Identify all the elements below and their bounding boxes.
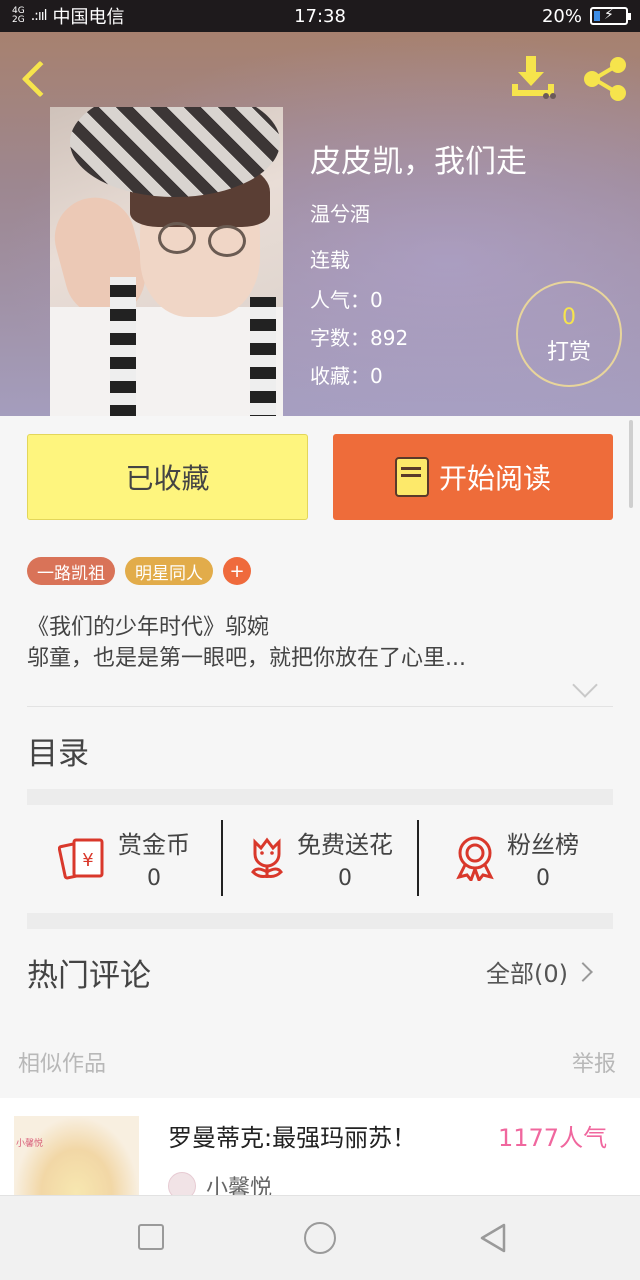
book-author[interactable]: 温兮酒 (310, 198, 370, 227)
similar-work-popularity: 1177人气 (498, 1124, 608, 1152)
book-title: 皮皮凯，我们走 (310, 144, 527, 180)
favorites-value: 0 (370, 364, 383, 388)
similar-work-title[interactable]: 罗曼蒂克:最强玛丽苏！ (168, 1118, 416, 1153)
book-status: 连载 (310, 248, 350, 272)
flower-icon (251, 837, 283, 878)
word-count-label: 字数： (310, 326, 370, 350)
action-label: 赏金币 (118, 831, 190, 859)
book-icon (394, 457, 429, 497)
popularity-value: 0 (370, 288, 383, 312)
expand-chevron-icon[interactable] (572, 672, 598, 698)
red-envelope-yen-icon: ¥ (58, 838, 104, 880)
action-value: 0 (338, 866, 352, 891)
recent-apps-icon[interactable] (138, 1224, 164, 1250)
favorited-label: 已收藏 (125, 462, 210, 495)
hot-comments-title: 热门评论 (27, 958, 151, 994)
carrier-name: 中国电信 (52, 7, 125, 28)
cover-brand-text: 小馨悦 (16, 1139, 44, 1149)
description-line: 《我们的少年时代》邬婉 (27, 615, 270, 640)
award-ribbon-icon (456, 836, 494, 881)
all-comments-link[interactable]: 全部(0) (486, 954, 593, 989)
reward-coins-button[interactable]: ¥ 赏金币 0 (27, 820, 221, 896)
popularity-stat: 人气：0 (310, 284, 383, 313)
support-actions: ¥ 赏金币 0 免费送花 0 粉丝榜 0 (27, 820, 613, 896)
book-header: 皮皮凯，我们走 温兮酒 连载 人气：0 字数：892 收藏：0 0 打赏 (0, 32, 640, 416)
description-line: 邬童，也是是第一眼吧，就把你放在了心里... (27, 646, 466, 671)
avatar (168, 1172, 196, 1195)
share-button[interactable] (580, 54, 630, 104)
all-comments-label: 全部(0) (486, 960, 568, 988)
divider (27, 706, 613, 707)
network-type-bottom: 2G (12, 15, 25, 25)
book-description[interactable]: 《我们的少年时代》邬婉 邬童，也是是第一眼吧，就把你放在了心里... (27, 612, 613, 674)
status-bar: 4G 2G .:ııl 中国电信 17:38 20% ⚡ (0, 0, 640, 32)
send-flower-text: 免费送花 0 (297, 825, 393, 891)
action-value: 0 (536, 866, 550, 891)
status-right: 20% ⚡ (541, 5, 631, 27)
section-separator (27, 913, 613, 929)
popularity-label: 人气： (310, 288, 370, 312)
report-link[interactable]: 举报 (572, 1046, 616, 1078)
system-nav-bar (0, 1195, 640, 1280)
author-name: 小馨悦 (206, 1176, 273, 1195)
back-triangle-icon[interactable] (478, 1222, 508, 1254)
battery-percent: 20% (541, 5, 582, 27)
action-label: 免费送花 (297, 831, 393, 859)
action-label: 粉丝榜 (507, 831, 579, 859)
word-count-stat: 字数：892 (310, 322, 408, 351)
section-separator (27, 789, 613, 805)
start-reading-label: 开始阅读 (438, 462, 551, 495)
chevron-right-icon (573, 961, 593, 982)
scrollbar-thumb[interactable] (629, 420, 633, 508)
action-value: 0 (147, 866, 161, 891)
reward-coins-text: 赏金币 0 (118, 825, 190, 891)
table-of-contents-link[interactable]: 目录 (27, 728, 89, 773)
reward-button[interactable]: 0 打赏 (516, 281, 622, 387)
battery-icon: ⚡ (590, 7, 631, 25)
word-count-value: 892 (370, 326, 409, 350)
tag-item[interactable]: 一路凯祖 (27, 557, 115, 585)
favorited-button[interactable]: 已收藏 (27, 434, 308, 520)
tag-list: 一路凯祖 明星同人 + (27, 557, 251, 585)
reward-count: 0 (562, 305, 576, 330)
status-left: 4G 2G .:ııl 中国电信 (12, 3, 125, 29)
home-icon[interactable] (304, 1222, 336, 1254)
svg-text:¥: ¥ (82, 850, 93, 871)
back-arrow-icon (21, 60, 59, 98)
tag-item[interactable]: 明星同人 (125, 557, 213, 585)
fan-ranking-button[interactable]: 粉丝榜 0 (417, 820, 613, 896)
add-tag-button[interactable]: + (223, 557, 251, 585)
similar-work-cover[interactable]: 小馨悦 (14, 1116, 139, 1195)
book-cover-image[interactable] (50, 107, 283, 416)
reward-label: 打赏 (546, 340, 591, 365)
download-button[interactable] (508, 54, 558, 104)
fan-ranking-text: 粉丝榜 0 (507, 825, 579, 891)
network-type: 4G 2G (12, 7, 25, 25)
download-icon (512, 56, 556, 99)
favorites-label: 收藏： (310, 364, 370, 388)
send-flower-button[interactable]: 免费送花 0 (221, 820, 417, 896)
share-icon (584, 57, 626, 101)
signal-icon: .:ııl (30, 8, 48, 24)
similar-work-card[interactable]: 小馨悦 罗曼蒂克:最强玛丽苏！ 1177人气 小馨悦 (0, 1098, 640, 1195)
favorites-stat: 收藏：0 (310, 360, 383, 389)
start-reading-button[interactable]: 开始阅读 (333, 434, 613, 520)
back-button[interactable] (14, 54, 59, 104)
similar-work-author[interactable]: 小馨悦 (168, 1170, 272, 1195)
similar-works-title: 相似作品 (18, 1052, 107, 1077)
